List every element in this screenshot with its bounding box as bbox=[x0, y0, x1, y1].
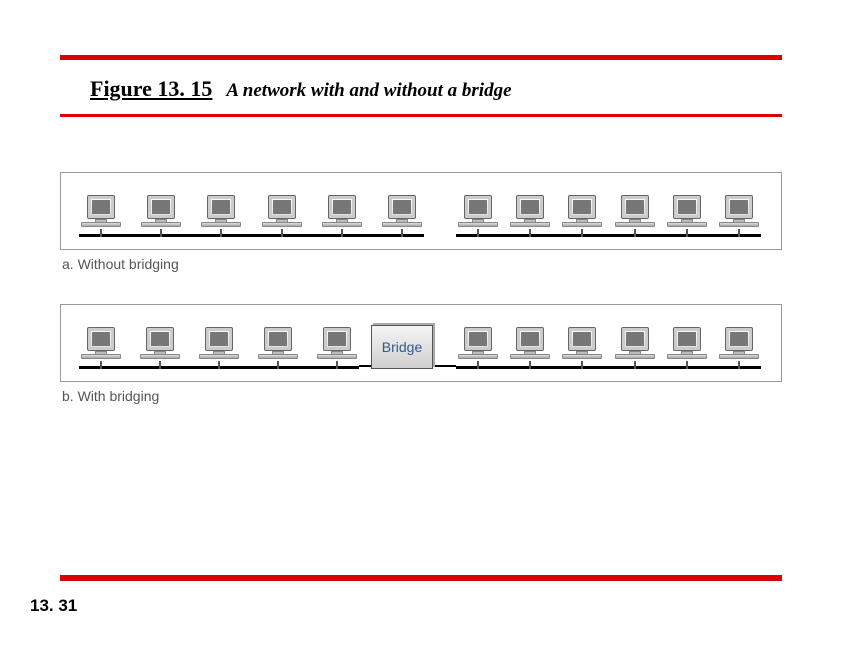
bridge-device: Bridge bbox=[371, 325, 433, 369]
page-number: 13. 31 bbox=[30, 596, 77, 616]
panel-without-bridging bbox=[60, 172, 782, 250]
header-rule-thin bbox=[60, 114, 782, 117]
bridge-wire-right bbox=[433, 365, 456, 367]
bus-segment-left bbox=[79, 234, 424, 237]
figure-number: Figure 13. 15 bbox=[90, 76, 212, 101]
panel-b-caption: b. With bridging bbox=[62, 388, 782, 404]
footer-rule bbox=[60, 575, 782, 581]
bridge-label: Bridge bbox=[382, 339, 422, 355]
panel-a-caption: a. Without bridging bbox=[62, 256, 782, 272]
figure-caption: A network with and without a bridge bbox=[226, 80, 511, 101]
bridge-wire-left bbox=[359, 365, 371, 367]
panel-with-bridging: Bridge bbox=[60, 304, 782, 382]
bus-segment-right bbox=[456, 234, 761, 237]
figure-title-row: Figure 13. 15 A network with and without… bbox=[60, 60, 782, 112]
bus-segment-right bbox=[456, 366, 761, 369]
